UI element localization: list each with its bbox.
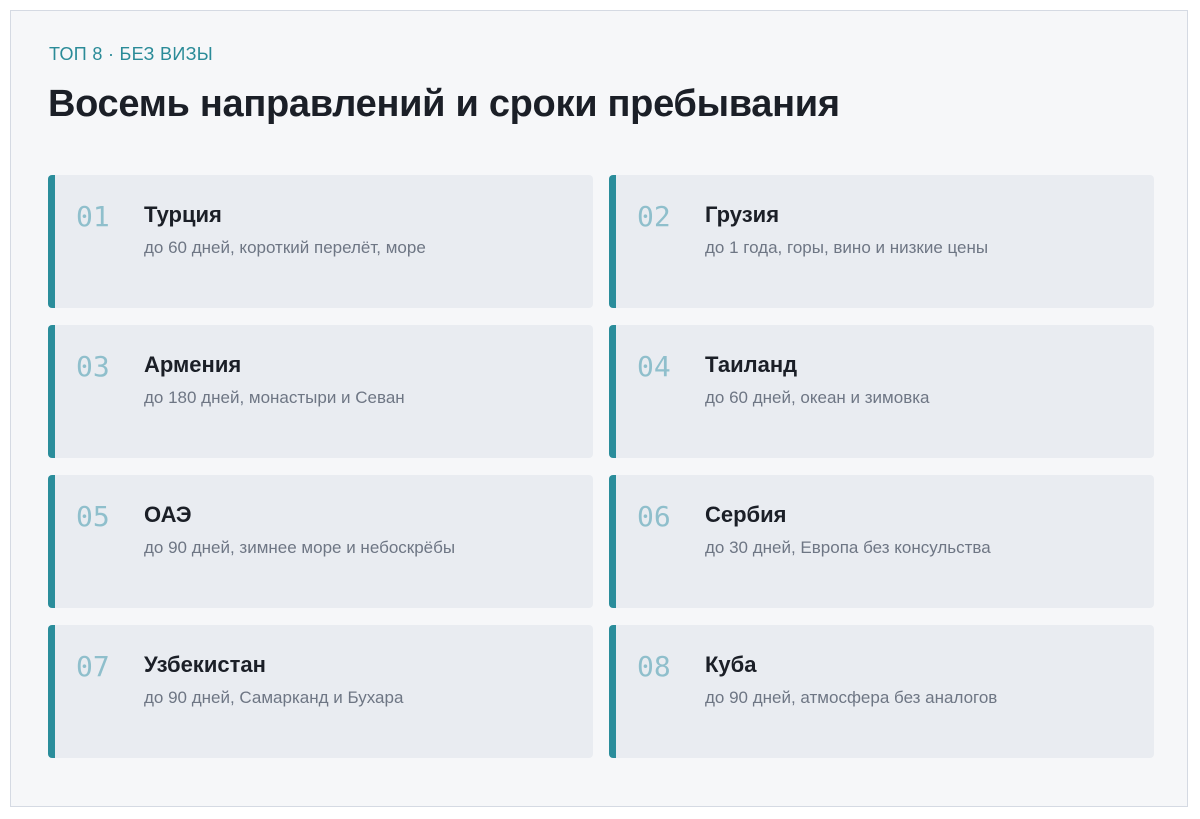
card-title: Куба (705, 652, 757, 677)
destination-card: 01 Турция до 60 дней, короткий перелёт, … (48, 175, 593, 308)
card-description: до 1 года, горы, вино и низкие цены (705, 238, 989, 257)
card-number: 07 (76, 650, 110, 683)
card-number: 04 (637, 350, 671, 383)
card-title: Сербия (705, 502, 787, 527)
destination-card: 08 Куба до 90 дней, атмосфера без аналог… (609, 625, 1154, 758)
card-number: 02 (637, 200, 671, 233)
eyebrow-label: ТОП 8 · БЕЗ ВИЗЫ (49, 44, 213, 64)
card-number: 08 (637, 650, 671, 683)
destination-card: 06 Сербия до 30 дней, Европа без консуль… (609, 475, 1154, 608)
card-description: до 90 дней, зимнее море и небоскрёбы (144, 538, 456, 557)
destination-card: 07 Узбекистан до 90 дней, Самарканд и Бу… (48, 625, 593, 758)
card-title: Грузия (705, 202, 780, 227)
destination-card: 03 Армения до 180 дней, монастыри и Сева… (48, 325, 593, 458)
card-description: до 90 дней, Самарканд и Бухара (144, 688, 404, 707)
card-title: Турция (144, 202, 222, 227)
card-title: Армения (144, 352, 242, 377)
card-description: до 90 дней, атмосфера без аналогов (705, 688, 998, 707)
card-description: до 30 дней, Европа без консульства (705, 538, 991, 557)
card-number: 05 (76, 500, 110, 533)
card-title: Таиланд (705, 352, 798, 377)
destinations-grid: 01 Турция до 60 дней, короткий перелёт, … (48, 175, 1154, 758)
destination-card: 04 Таиланд до 60 дней, океан и зимовка (609, 325, 1154, 458)
card-title: Узбекистан (144, 652, 266, 677)
card-description: до 180 дней, монастыри и Севан (144, 388, 405, 407)
card-number: 06 (637, 500, 671, 533)
card-title: ОАЭ (144, 502, 192, 527)
card-description: до 60 дней, короткий перелёт, море (144, 238, 426, 257)
card-description: до 60 дней, океан и зимовка (705, 388, 930, 407)
destination-card: 05 ОАЭ до 90 дней, зимнее море и небоскр… (48, 475, 593, 608)
card-number: 03 (76, 350, 110, 383)
destination-card: 02 Грузия до 1 года, горы, вино и низкие… (609, 175, 1154, 308)
slide-frame: ТОП 8 · БЕЗ ВИЗЫ Восемь направлений и ср… (10, 10, 1188, 807)
card-number: 01 (76, 200, 110, 233)
page-title: Восемь направлений и сроки пребывания (48, 83, 840, 125)
